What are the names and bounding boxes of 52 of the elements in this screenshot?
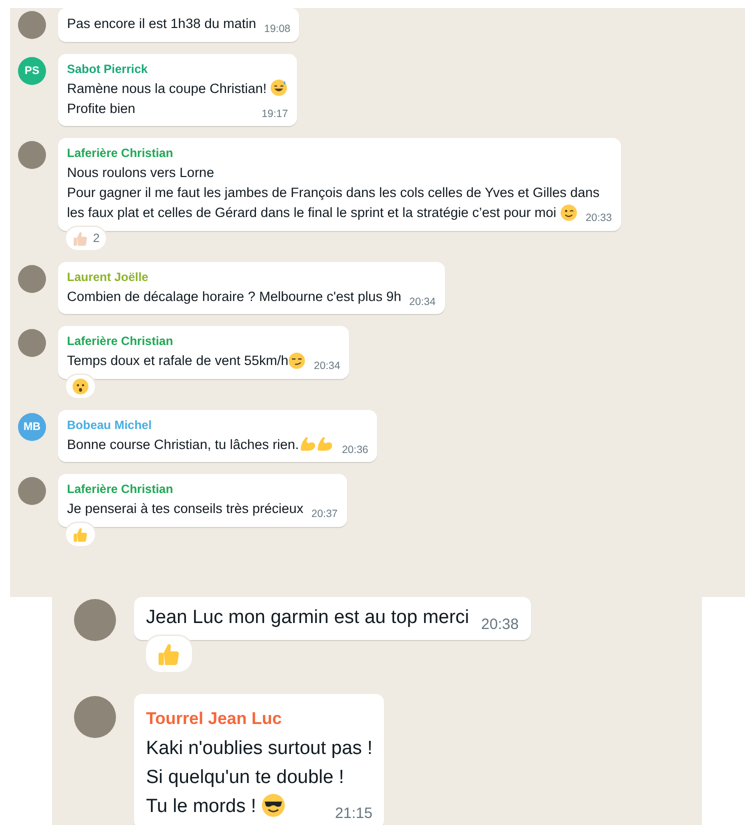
message-time: 19:08 (264, 24, 290, 34)
avatar-photo-placeholder (18, 477, 46, 505)
message-text: Si quelqu'un te double ! (146, 767, 344, 788)
message-time: 20:34 (409, 296, 436, 307)
thumbs-up-icon (156, 641, 182, 667)
message-text: les faux plat et celles de Gérard dans le final le sprint et la stratégie c’est pour moi (67, 205, 558, 220)
sender-name: Laferière Christian (67, 481, 174, 498)
message-text: Temps doux et rafale de vent 55km/h (67, 353, 288, 368)
sweat-smile-emoji-icon (270, 79, 288, 97)
reaction-pill[interactable]: 2 (66, 226, 106, 250)
message-time: 20:33 (586, 213, 612, 224)
reaction-count: 2 (93, 231, 100, 245)
message-text: Kaki n'oublies surtout pas ! (146, 738, 372, 759)
avatar-photo-placeholder (18, 141, 46, 169)
sender-name: Bobeau Michel (67, 416, 153, 434)
thumbs-up-icon (72, 230, 89, 246)
flexed-biceps-emoji-icon (298, 435, 316, 453)
message-time: 20:37 (311, 509, 338, 520)
message-text: Pour gagner il me faut les jambes de François dans les cols celles de Yves et Gilles dans (67, 185, 600, 200)
sender-name: Laferière Christian (67, 145, 174, 162)
avatar-photo-placeholder (18, 11, 46, 39)
sender-name: Sabot Pierrick (67, 60, 149, 78)
avatar-photo-placeholder (74, 599, 116, 641)
message-text: Pas encore il est 1h38 du matin (67, 16, 256, 31)
avatar-photo-placeholder (18, 264, 46, 292)
reaction-pill[interactable] (66, 374, 95, 398)
message-text: Je penserai à tes conseils très précieux (67, 501, 304, 516)
message-time: 20:34 (314, 361, 340, 372)
message-text: Tu le mords ! (146, 796, 258, 817)
sender-name: Laurent Joëlle (67, 268, 150, 286)
thumbs-up-icon (72, 526, 89, 542)
hushed-emoji-icon (72, 378, 89, 394)
message-time: 20:36 (342, 444, 368, 455)
message-time: 21:15 (334, 806, 372, 821)
message-text: Jean Luc mon garmin est au top merci (146, 607, 470, 628)
avatar-initials: PS (18, 56, 46, 84)
smirk-emoji-icon (288, 352, 306, 370)
flexed-biceps-emoji-icon (316, 435, 334, 453)
sender-name: Tourrel Jean Luc (146, 708, 283, 730)
avatar-photo-placeholder (18, 329, 46, 357)
message-time: 19:17 (262, 108, 288, 119)
sunglasses-emoji-icon (261, 793, 286, 818)
message-text: Profite bien (67, 100, 136, 116)
avatar-initials: MB (18, 412, 46, 440)
message-text: Ramène nous la coupe Christian! (67, 80, 268, 96)
message-text: Nous roulons vers Lorne (67, 165, 214, 180)
sender-name: Laferière Christian (67, 333, 174, 350)
avatar-photo-placeholder (74, 696, 116, 738)
message-time: 20:38 (481, 617, 519, 632)
message-text: Combien de décalage horaire ? Melbourne c'est plus 9h (67, 288, 402, 304)
message-text: Bonne course Christian, tu lâches rien. (67, 436, 299, 452)
wink-emoji-icon (560, 204, 578, 222)
